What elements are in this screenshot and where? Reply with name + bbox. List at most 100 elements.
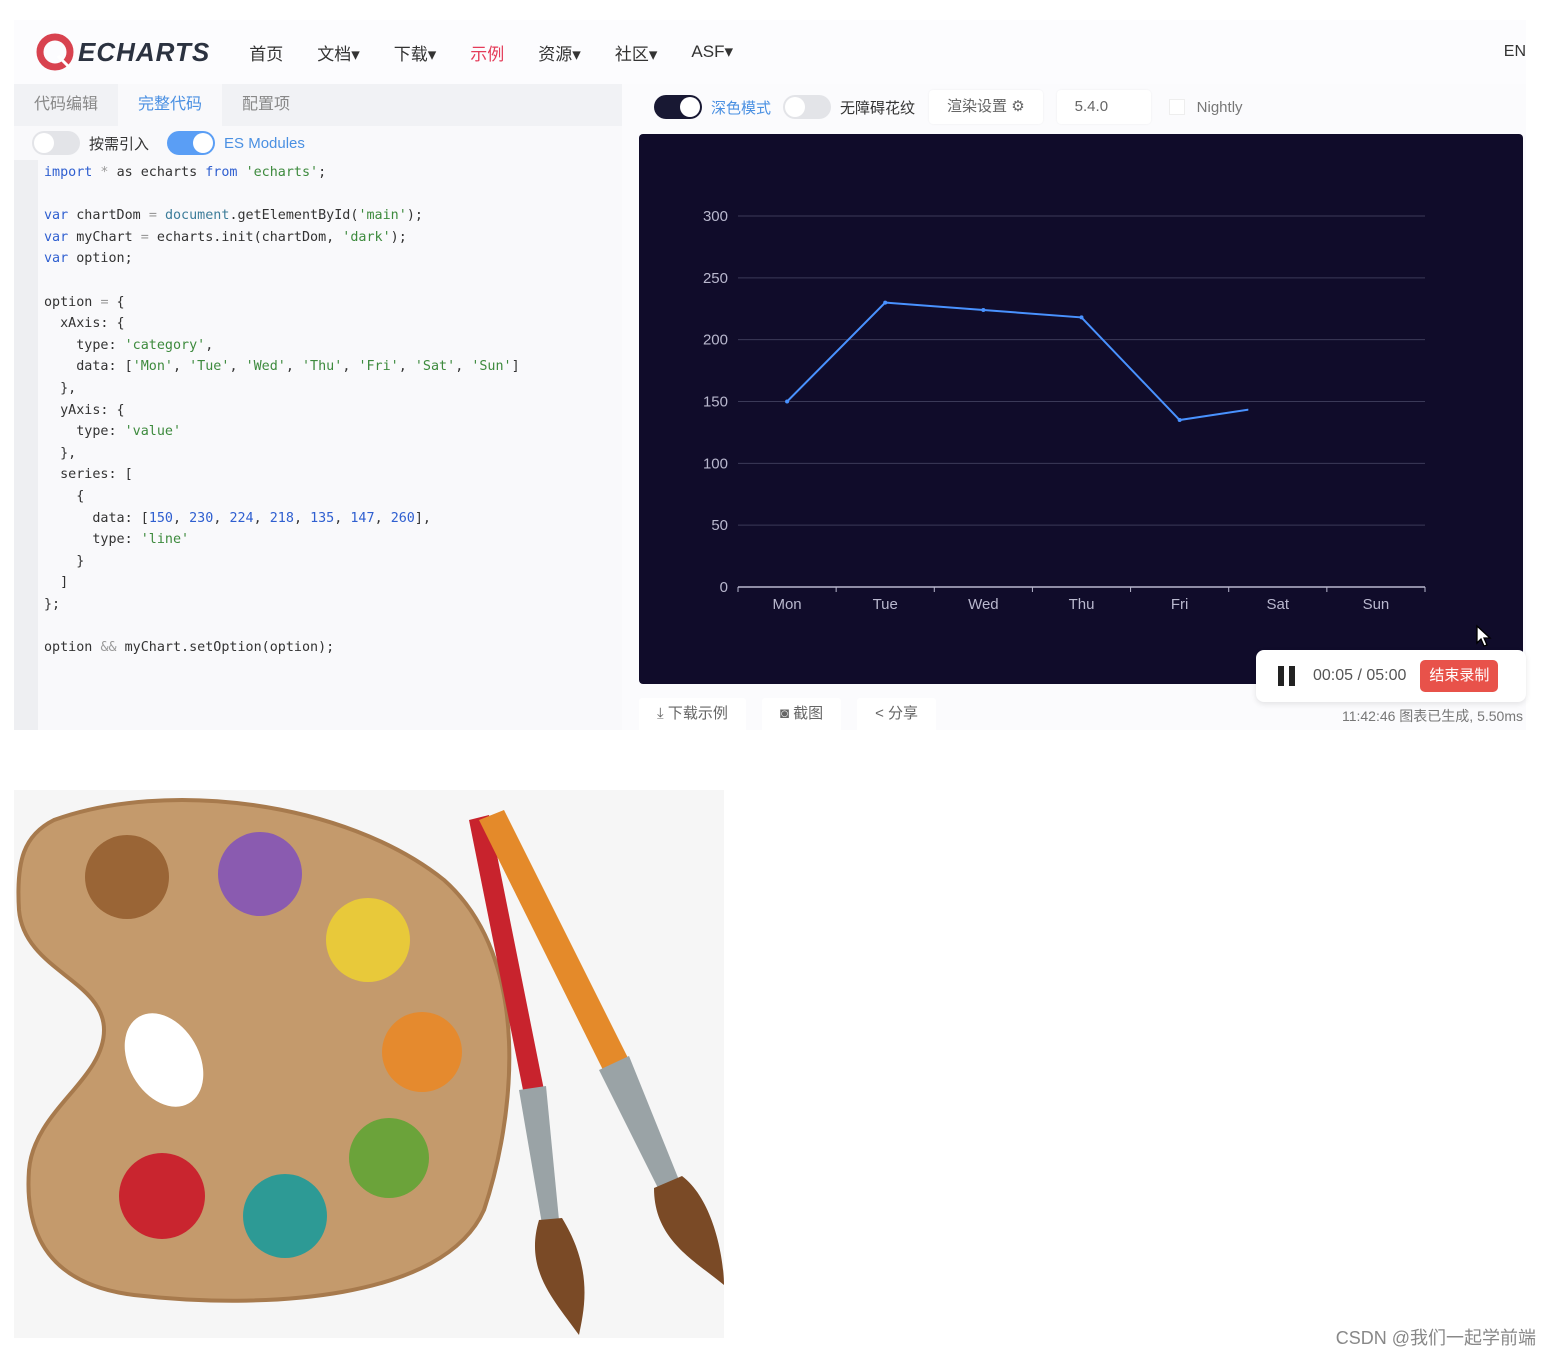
code-token: 230: [189, 510, 214, 526]
accessibility-label: 无障碍花纹: [840, 99, 916, 117]
code-token: ,: [229, 359, 246, 375]
code-token: myChart.setOption(option);: [116, 640, 335, 656]
code-token: 'Sat': [414, 359, 456, 375]
paint-teal: [243, 1174, 327, 1258]
nav-community[interactable]: 社区▾: [615, 40, 658, 65]
data-point[interactable]: [1079, 315, 1084, 320]
code-token: option;: [68, 251, 133, 267]
accessibility-toggle[interactable]: [783, 95, 832, 119]
code-editor[interactable]: import * as echarts from 'echarts'; var …: [44, 162, 520, 659]
watermark-credit: CSDN @我们一起学前端: [1335, 1328, 1536, 1348]
code-line: var myChart = echarts.init(chartDom, 'da…: [44, 227, 520, 249]
code-token: {: [44, 488, 85, 504]
code-token: .getElementById(: [229, 208, 359, 224]
code-token: 'Wed': [245, 359, 286, 375]
chart-canvas[interactable]: 0 50 100 150 200 250 300 Mon Tue Wed Thu Fri Sat Sun: [639, 134, 1523, 684]
code-line: series: [: [44, 464, 520, 486]
code-token: 'Mon': [132, 359, 173, 375]
nav-asf[interactable]: ASF▾: [691, 42, 733, 62]
red-brush-bristles: [534, 1218, 585, 1335]
code-token: 'echarts': [245, 165, 319, 180]
code-token: 135: [310, 510, 335, 526]
nav-download[interactable]: 下载▾: [394, 40, 437, 65]
tab-code-edit[interactable]: 代码编辑: [14, 84, 118, 126]
pause-icon[interactable]: [1278, 666, 1295, 686]
data-point[interactable]: [981, 307, 986, 312]
line-gutter: [14, 160, 38, 730]
x-tick-label: Tue: [873, 596, 898, 613]
code-token: series: [: [44, 467, 133, 483]
code-token: chartDom: [68, 208, 149, 224]
stop-recording-button[interactable]: 结束录制: [1420, 660, 1499, 692]
tab-full-code[interactable]: 完整代码: [118, 84, 223, 126]
render-status: 11:42:46 图表已生成, 5.50ms: [1341, 708, 1523, 724]
data-point[interactable]: [1276, 403, 1280, 407]
y-tick-label: 0: [720, 579, 728, 596]
screenshot-label: 截图: [793, 705, 824, 722]
nav-resources[interactable]: 资源▾: [538, 40, 581, 65]
code-token: 150: [148, 510, 173, 526]
code-token: 'value': [124, 424, 182, 440]
code-token: ,: [173, 510, 190, 526]
code-line: var option;: [44, 248, 520, 270]
code-token: from: [205, 165, 238, 180]
version-select[interactable]: 5.4.0 ⌄: [1056, 90, 1151, 149]
y-tick-label: 300: [703, 208, 728, 225]
dark-mode-toggle[interactable]: [654, 95, 702, 119]
nav-docs[interactable]: 文档▾: [317, 40, 360, 65]
code-token: ,: [285, 359, 302, 375]
preview-toolbar: 深色模式 无障碍花纹 渲染设置 ⚙ 5.4.0 ⌄ Nightly: [639, 84, 1526, 149]
code-line: xAxis: {: [44, 313, 520, 335]
download-example-button[interactable]: ⤓ 下载示例: [639, 698, 746, 730]
paint-orange: [382, 1012, 462, 1092]
code-token: document: [164, 208, 230, 224]
render-settings-label: 渲染设置: [947, 98, 1008, 115]
code-line: option && myChart.setOption(option);: [44, 637, 520, 659]
code-line: }: [44, 551, 520, 573]
paint-yellow: [326, 898, 410, 982]
code-token: );: [406, 208, 423, 224]
import-toggles: 按需引入 ES Modules: [14, 126, 622, 160]
code-token: =: [100, 294, 109, 310]
code-token: 'dark': [342, 229, 391, 245]
x-tick-label: Wed: [968, 596, 999, 613]
nav-examples[interactable]: 示例: [470, 40, 504, 65]
code-line: },: [44, 378, 520, 400]
data-point[interactable]: [1177, 418, 1182, 423]
x-tick-label: Sat: [1267, 596, 1290, 613]
data-point[interactable]: [883, 300, 888, 305]
orange-brush-ferrule: [599, 1056, 679, 1190]
code-token: option: [44, 294, 101, 310]
code-token: 218: [269, 510, 294, 526]
code-token: =: [140, 229, 149, 245]
code-token: 'category': [124, 337, 206, 353]
data-point[interactable]: [785, 399, 790, 404]
code-token: ,: [374, 510, 391, 526]
top-nav: ECHARTS 首页 文档▾ 下载▾ 示例 资源▾ 社区▾ ASF▾ EN: [14, 20, 1526, 84]
data-point[interactable]: [1374, 263, 1378, 267]
language-switch[interactable]: EN: [1504, 43, 1526, 61]
tab-options[interactable]: 配置项: [222, 84, 310, 126]
share-label: 分享: [888, 705, 919, 722]
on-demand-import-label: 按需引入: [89, 135, 150, 153]
logo-icon: [36, 33, 74, 71]
code-token: ],: [414, 510, 431, 526]
paint-palette-illustration: [14, 790, 724, 1338]
nav-home[interactable]: 首页: [249, 40, 283, 65]
camera-icon: ◙: [779, 705, 789, 722]
nightly-checkbox[interactable]: [1168, 99, 1185, 115]
code-line: type: 'category',: [44, 335, 520, 357]
code-token: ]: [511, 359, 520, 375]
screenshot-button[interactable]: ◙ 截图: [761, 698, 842, 730]
render-settings-button[interactable]: 渲染设置 ⚙: [929, 90, 1043, 124]
echarts-logo[interactable]: ECHARTS: [36, 32, 210, 72]
on-demand-import-toggle[interactable]: [32, 131, 80, 155]
es-modules-toggle[interactable]: [167, 131, 216, 155]
code-token: 'main': [358, 208, 407, 224]
y-tick-label: 50: [711, 517, 728, 534]
share-button[interactable]: < 分享: [857, 698, 937, 730]
x-tick-label: Thu: [1069, 596, 1095, 613]
x-tick-label: Sun: [1363, 596, 1390, 613]
gear-icon: ⚙: [1011, 98, 1025, 115]
